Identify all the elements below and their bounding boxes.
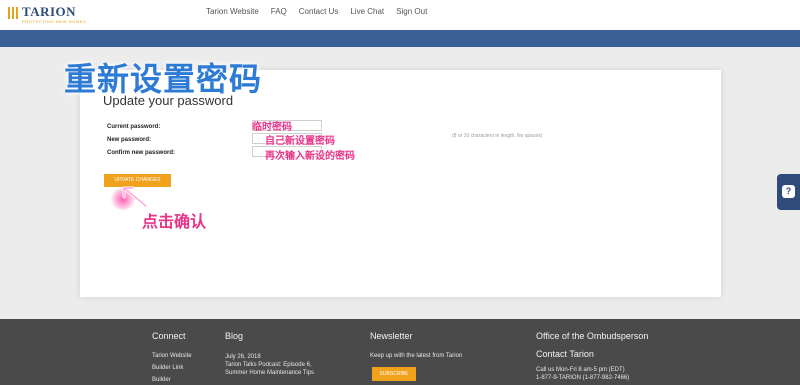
nav-link-contact-us[interactable]: Contact Us	[299, 7, 339, 16]
footer-connect-column: Connect Tarion Website Builder Link Buil…	[152, 331, 192, 383]
annotation-click-confirm: 点击确认	[142, 212, 207, 231]
overlay-title: 重新设置密码	[64, 60, 263, 98]
logo-subtitle: PROTECTING NEW HOMES	[22, 19, 87, 24]
nav-link-sign-out[interactable]: Sign Out	[396, 7, 427, 16]
header-band	[0, 30, 800, 47]
footer-newsletter-title: Newsletter	[370, 331, 413, 341]
help-tab[interactable]: ?	[777, 174, 800, 210]
top-navigation-bar: TARION PROTECTING NEW HOMES Tarion Websi…	[0, 0, 800, 30]
footer-connect-title: Connect	[152, 331, 186, 341]
confirm-password-label: Confirm new password:	[107, 150, 176, 156]
footer-newsletter-text: Keep up with the latest from Tarion	[370, 353, 463, 359]
help-question-icon: ?	[782, 185, 795, 198]
arrow-pointer-icon	[122, 186, 148, 208]
nav-link-faq[interactable]: FAQ	[271, 7, 287, 16]
footer-blog-post-line-1[interactable]: Tarion Talks Podcast: Episode 6,	[225, 362, 314, 368]
footer: Connect Tarion Website Builder Link Buil…	[0, 319, 800, 385]
annotation-reenter-password: 再次输入新设的密码	[265, 151, 355, 162]
tarion-logo[interactable]: TARION PROTECTING NEW HOMES	[8, 5, 86, 24]
footer-ombudsperson-title[interactable]: Office of the Ombudsperson	[536, 331, 648, 341]
password-hint: (8 or 10 characters in length, No spaces…	[452, 133, 543, 139]
footer-link-tarion-website[interactable]: Tarion Website	[152, 353, 192, 359]
footer-newsletter-column: Newsletter Keep up with the latest from …	[370, 331, 462, 359]
footer-contact-phone[interactable]: 1-877-9-TARION (1-877-982-7466)	[536, 375, 648, 381]
new-password-label: New password:	[107, 137, 152, 143]
update-password-card: Update your password Current password: N…	[80, 70, 721, 297]
footer-ombudsperson-column: Office of the Ombudsperson Contact Tario…	[536, 331, 648, 381]
logo-title: TARION	[22, 4, 77, 19]
current-password-label: Current password:	[107, 124, 161, 130]
logo-mark-icon	[8, 7, 18, 19]
footer-blog-title: Blog	[225, 331, 244, 341]
footer-contact-title: Contact Tarion	[536, 349, 594, 359]
annotation-set-own-password: 自己新设置密码	[265, 136, 335, 147]
subscribe-button[interactable]: SUBSCRIBE	[372, 367, 416, 381]
footer-link-builder-link[interactable]: Builder Link	[152, 365, 192, 371]
footer-blog-column: Blog July 26, 2018 Tarion Talks Podcast:…	[225, 331, 314, 376]
footer-contact-hours: Call us Mon-Fri 8 am-5 pm (EDT)	[536, 367, 625, 373]
annotation-temp-password: 临时密码	[252, 122, 292, 133]
main-nav: Tarion Website FAQ Contact Us Live Chat …	[206, 7, 427, 16]
footer-link-builder[interactable]: Builder	[152, 377, 192, 383]
footer-blog-date: July 26, 2018	[225, 354, 261, 360]
nav-link-tarion-website[interactable]: Tarion Website	[206, 7, 259, 16]
nav-link-live-chat[interactable]: Live Chat	[350, 7, 384, 16]
footer-blog-post-line-2[interactable]: Summer Home Maintenance Tips	[225, 370, 314, 376]
